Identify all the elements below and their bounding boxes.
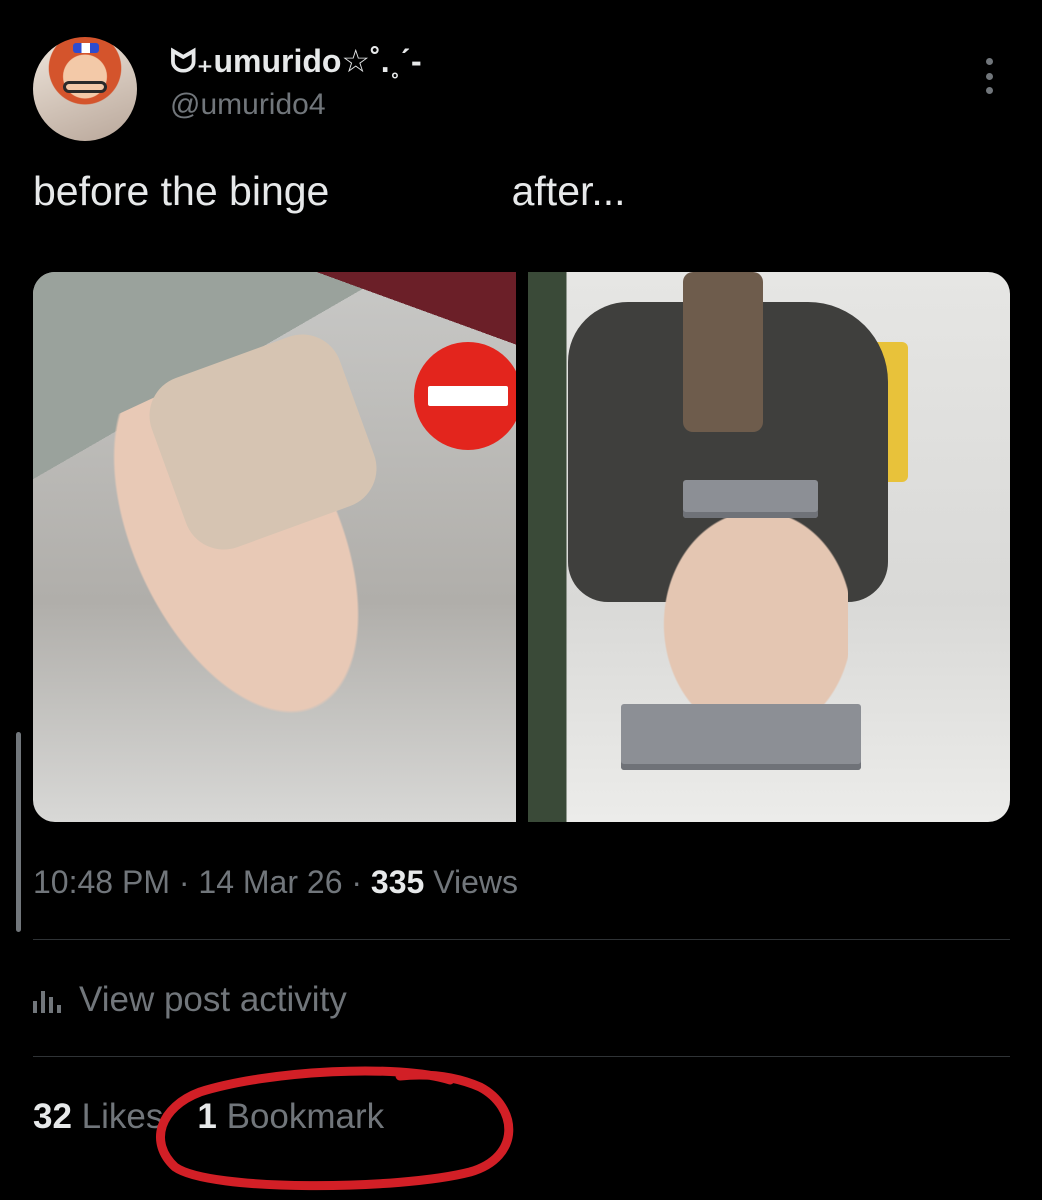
view-post-activity-label: View post activity [79, 980, 347, 1019]
divider [33, 939, 1010, 940]
scrollbar[interactable] [16, 732, 21, 932]
censor-bar [682, 480, 818, 518]
engagement-stats: 32 Likes 1 Bookmark [33, 1097, 384, 1137]
bookmarks-count: 1 [197, 1097, 217, 1136]
photo-phone [682, 272, 763, 432]
meta-separator: · [342, 864, 371, 900]
bookmarks-stat[interactable]: 1 Bookmark [197, 1097, 384, 1137]
censor-bar [620, 704, 861, 770]
likes-stat[interactable]: 32 Likes [33, 1097, 163, 1137]
author-display-name[interactable]: ᗢ₊umurido☆˚.˳ˊ- [170, 42, 422, 81]
author-handle[interactable]: @umurido4 [170, 88, 326, 122]
likes-count: 32 [33, 1097, 72, 1136]
views-label: Views [424, 864, 518, 900]
author-avatar[interactable] [33, 37, 137, 141]
analytics-bar-icon [33, 987, 61, 1013]
avatar-flag-accessory [73, 43, 99, 53]
tweet-media-grid [33, 272, 1010, 822]
meta-separator: · [169, 864, 199, 900]
divider [33, 1056, 1010, 1057]
views-count: 335 [370, 864, 425, 900]
no-entry-sticker-icon [414, 342, 516, 450]
tweet-date[interactable]: 14 Mar 26 [198, 864, 342, 900]
media-photo-after[interactable] [527, 272, 1010, 822]
view-post-activity-link[interactable]: View post activity [33, 980, 347, 1020]
tweet-text: before the binge after... [33, 168, 626, 214]
more-options-icon[interactable] [978, 58, 1000, 94]
avatar-glasses [63, 81, 107, 93]
likes-label: Likes [81, 1097, 164, 1136]
tweet-detail-page: ᗢ₊umurido☆˚.˳ˊ- @umurido4 before the bin… [0, 0, 1042, 1200]
tweet-meta: 10:48 PM · 14 Mar 26 · 335 Views [33, 864, 518, 901]
photo-subject [647, 492, 848, 732]
media-photo-before[interactable] [33, 272, 516, 822]
bookmarks-label: Bookmark [226, 1097, 385, 1136]
tweet-time[interactable]: 10:48 PM [33, 864, 170, 900]
